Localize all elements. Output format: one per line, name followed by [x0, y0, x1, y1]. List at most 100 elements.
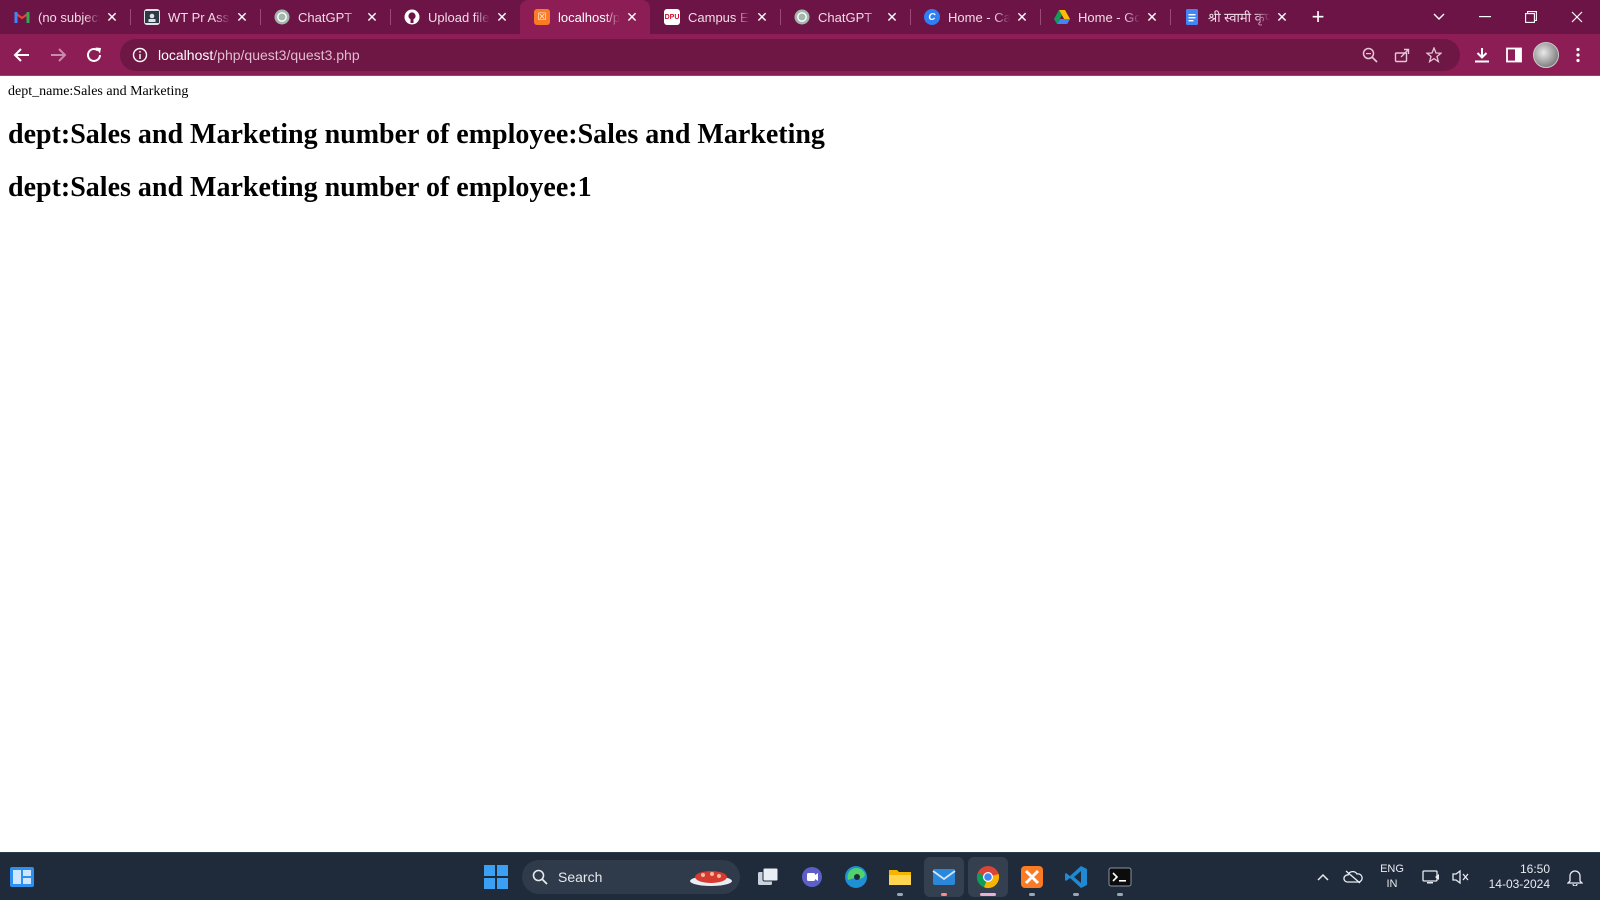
teams-chat-icon[interactable]: [792, 857, 832, 897]
tab-title: Campus ERP: [688, 9, 750, 25]
forward-arrow-icon: [51, 47, 67, 62]
tab-title: Home - Canva: [948, 9, 1010, 25]
toolbar-right: [1466, 39, 1594, 71]
start-button[interactable]: [476, 857, 516, 897]
close-icon[interactable]: ✕: [1274, 9, 1290, 25]
dept-heading-second: dept:Sales and Marketing number of emplo…: [8, 172, 592, 203]
google-drive-icon: [1054, 9, 1070, 25]
tab-title: WT Pr Ass 5: [168, 9, 230, 25]
more-menu-icon[interactable]: [1562, 39, 1594, 71]
running-indicator: [1029, 893, 1035, 896]
running-indicator: [897, 893, 903, 896]
new-tab-button[interactable]: +: [1300, 0, 1336, 34]
search-icon: [532, 869, 548, 885]
canva-icon: C: [924, 9, 940, 25]
forward-button[interactable]: [42, 39, 74, 71]
input-language[interactable]: ENG IN: [1372, 862, 1412, 892]
xampp-icon: ☒: [534, 9, 550, 25]
windows-taskbar: Search ENG IN 16:50 14-03-2024: [0, 852, 1600, 900]
close-icon[interactable]: ✕: [364, 9, 380, 25]
close-icon[interactable]: ✕: [1144, 9, 1160, 25]
notifications-bell-icon[interactable]: [1560, 862, 1590, 892]
chatgpt-icon: [794, 9, 810, 25]
dept-name-line: dept_name:Sales and Marketing: [8, 84, 189, 99]
windows-logo-icon: [484, 865, 508, 889]
dept-heading-first: dept:Sales and Marketing number of emplo…: [8, 119, 825, 150]
taskbar-center: Search: [474, 853, 1142, 901]
language-code: ENG: [1380, 863, 1404, 875]
minimize-button[interactable]: [1462, 0, 1508, 34]
omnibox-actions: [1354, 41, 1450, 69]
tab-title: ChatGPT: [818, 9, 873, 25]
site-info-icon[interactable]: [130, 45, 150, 65]
running-indicator: [1073, 893, 1079, 896]
tab-title: Home - Google Drive: [1078, 9, 1140, 25]
url-host: localhost: [158, 46, 214, 63]
close-icon[interactable]: ✕: [624, 9, 640, 25]
close-icon[interactable]: ✕: [1014, 9, 1030, 25]
download-icon[interactable]: [1466, 39, 1498, 71]
bookmark-star-icon[interactable]: [1418, 41, 1450, 69]
url-path: /php/quest3/quest3.php: [213, 46, 360, 63]
tab-title: श्री स्वामी कृपा: [1208, 10, 1270, 25]
file-explorer-icon[interactable]: [880, 857, 920, 897]
tab-search-chevron-icon[interactable]: [1416, 0, 1462, 34]
vscode-icon[interactable]: [1056, 857, 1096, 897]
google-docs-icon: [1184, 9, 1200, 25]
mail-icon[interactable]: [924, 857, 964, 897]
classroom-icon: [144, 9, 160, 25]
tab-title: localhost/php: [558, 9, 620, 25]
close-icon[interactable]: ✕: [884, 9, 900, 25]
address-url: localhost/php/quest3/quest3.php: [158, 47, 360, 63]
volume-muted-icon[interactable]: [1446, 862, 1476, 892]
taskbar-search[interactable]: Search: [522, 860, 740, 894]
browser-tab[interactable]: Upload files ✕: [390, 0, 520, 34]
browser-tab[interactable]: ChatGPT ✕: [780, 0, 910, 34]
edge-icon[interactable]: [836, 857, 876, 897]
tab-title: Upload files: [428, 9, 490, 25]
reload-icon: [87, 47, 101, 62]
browser-tab[interactable]: (no subject) ✕: [0, 0, 130, 34]
profile-avatar[interactable]: [1530, 39, 1562, 71]
search-label: Search: [558, 869, 603, 885]
close-icon[interactable]: ✕: [494, 9, 510, 25]
chrome-icon[interactable]: [968, 857, 1008, 897]
browser-tab[interactable]: ChatGPT ✕: [260, 0, 390, 34]
browser-tab[interactable]: श्री स्वामी कृपा ✕: [1170, 0, 1300, 34]
terminal-icon[interactable]: [1100, 857, 1140, 897]
xampp-icon[interactable]: [1012, 857, 1052, 897]
clock-date: 14-03-2024: [1488, 877, 1550, 891]
share-icon[interactable]: [1386, 41, 1418, 69]
close-icon[interactable]: ✕: [754, 9, 770, 25]
back-arrow-icon: [13, 47, 29, 62]
browser-tab[interactable]: Home - Google Drive ✕: [1040, 0, 1170, 34]
browser-tab[interactable]: C Home - Canva ✕: [910, 0, 1040, 34]
browser-tab[interactable]: WT Pr Ass 5 ✕: [130, 0, 260, 34]
restore-button[interactable]: [1508, 0, 1554, 34]
running-indicator: [980, 893, 996, 896]
browser-toolbar: localhost/php/quest3/quest3.php: [0, 34, 1600, 76]
zoom-icon[interactable]: [1354, 41, 1386, 69]
search-highlight-icon: [688, 866, 734, 888]
onedrive-offline-icon[interactable]: [1338, 862, 1368, 892]
task-view-icon[interactable]: [748, 857, 788, 897]
page-content: dept_name:Sales and Marketing dept:Sales…: [0, 77, 1600, 851]
side-panel-icon[interactable]: [1498, 39, 1530, 71]
tab-strip: (no subject) ✕ WT Pr Ass 5 ✕ ChatGPT ✕ U…: [0, 0, 1600, 34]
window-controls: [1416, 0, 1600, 34]
back-button[interactable]: [6, 39, 38, 71]
browser-tab[interactable]: DPU Campus ERP ✕: [650, 0, 780, 34]
widgets-icon[interactable]: [8, 863, 36, 891]
tab-title: ChatGPT: [298, 9, 353, 25]
close-icon[interactable]: ✕: [234, 9, 250, 25]
clock[interactable]: 16:50 14-03-2024: [1484, 862, 1550, 892]
address-bar[interactable]: localhost/php/quest3/quest3.php: [120, 38, 1460, 71]
browser-tab-active[interactable]: ☒ localhost/php ✕: [520, 0, 650, 34]
close-window-button[interactable]: [1554, 0, 1600, 34]
avatar: [1533, 41, 1559, 68]
reload-button[interactable]: [78, 39, 110, 71]
network-icon[interactable]: [1416, 862, 1446, 892]
show-hidden-icons-chevron-icon[interactable]: [1308, 862, 1338, 892]
close-icon[interactable]: ✕: [104, 9, 120, 25]
system-tray: ENG IN 16:50 14-03-2024: [1308, 853, 1600, 901]
